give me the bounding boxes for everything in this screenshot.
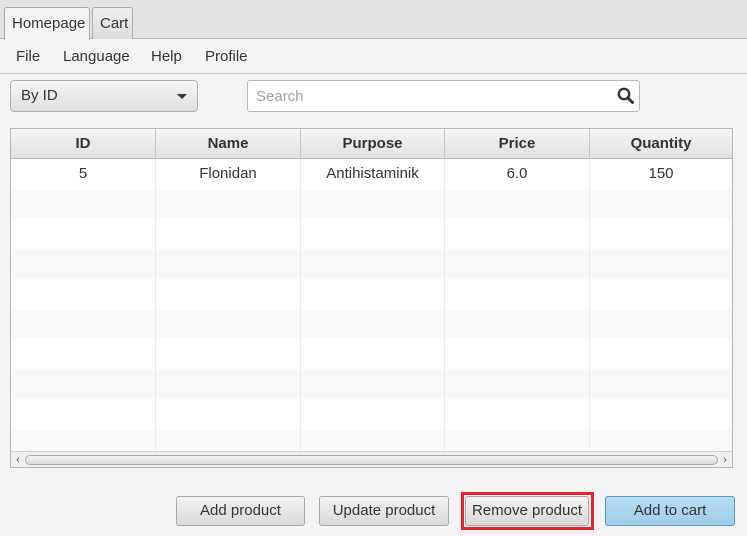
empty-table-row (11, 189, 732, 219)
cell-price: 6.0 (445, 159, 590, 189)
tab-cart[interactable]: Cart (92, 7, 133, 39)
empty-table-row (11, 339, 732, 369)
search-icon[interactable] (616, 86, 636, 106)
chevron-left-icon[interactable]: ‹ (12, 454, 24, 466)
filter-dropdown[interactable]: By ID (10, 80, 198, 112)
remove-product-button[interactable]: Remove product (465, 496, 589, 526)
empty-table-row (11, 249, 732, 279)
table-header: ID Name Purpose Price Quantity (11, 129, 732, 159)
cell-name: Flonidan (156, 159, 301, 189)
column-header-id[interactable]: ID (11, 129, 156, 159)
scrollbar-thumb[interactable] (25, 455, 718, 465)
menu-bar: File Language Help Profile (0, 40, 747, 74)
search-input[interactable] (248, 81, 608, 111)
menu-language[interactable]: Language (63, 40, 130, 74)
empty-table-row (11, 219, 732, 249)
menu-profile[interactable]: Profile (205, 40, 248, 74)
column-header-name[interactable]: Name (156, 129, 301, 159)
products-table: ID Name Purpose Price Quantity 5 Flonida… (10, 128, 733, 468)
empty-table-row (11, 369, 732, 399)
add-product-button[interactable]: Add product (176, 496, 305, 526)
cell-quantity: 150 (648, 165, 674, 182)
filter-selected-value: By ID (21, 87, 58, 104)
empty-table-row (11, 309, 732, 339)
cell-purpose: Antihistaminik (301, 159, 445, 189)
tab-homepage[interactable]: Homepage (4, 7, 90, 40)
horizontal-scrollbar[interactable]: ‹ › (11, 451, 732, 467)
update-product-button[interactable]: Update product (319, 496, 449, 526)
menu-help[interactable]: Help (151, 40, 182, 74)
column-header-price[interactable]: Price (445, 129, 590, 159)
search-box (247, 80, 640, 112)
chevron-down-icon (177, 94, 187, 99)
add-to-cart-button[interactable]: Add to cart (605, 496, 735, 526)
table-body: 5 Flonidan Antihistaminik 6.0 150 (11, 159, 732, 459)
menu-file[interactable]: File (16, 40, 40, 74)
empty-table-row (11, 279, 732, 309)
empty-table-row (11, 399, 732, 429)
cell-id: 5 (11, 159, 156, 189)
chevron-right-icon[interactable]: › (719, 454, 731, 466)
column-header-purpose[interactable]: Purpose (301, 129, 445, 159)
column-header-quantity[interactable]: Quantity (590, 129, 732, 159)
tab-bar: Homepage Cart (0, 0, 747, 40)
table-row[interactable]: 5 Flonidan Antihistaminik 6.0 150 (11, 159, 732, 189)
